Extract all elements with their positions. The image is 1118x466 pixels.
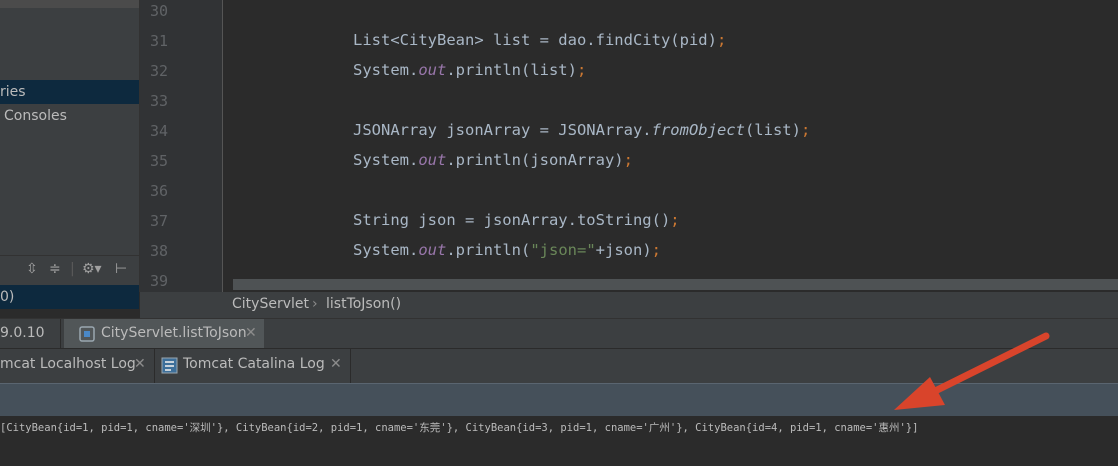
tab-cityservlet-listtojson[interactable]: CityServlet.listToJson ✕ [64,319,264,349]
code-line-37[interactable]: String json = jsonArray.toString(); [353,211,680,229]
tab-tomcat-run[interactable]: 9.0.10 [0,325,45,341]
collapse-all-icon[interactable]: ≑ [49,261,61,277]
line-number: 38 [149,242,168,260]
tab-divider [154,349,155,383]
close-icon[interactable]: ✕ [245,325,257,341]
line-number: 31 [149,32,168,50]
breadcrumb-class[interactable]: CityServlet [232,296,309,312]
toolbar-separator: | [70,261,75,277]
structure-toolbar: ⇳ ≑ | ⚙▾ ⊢ [0,255,139,284]
line-number: 39 [149,272,168,290]
project-panel [0,0,139,292]
code-line-31[interactable]: List<CityBean> list = dao.findCity(pid); [353,31,726,49]
tab-divider [60,319,61,349]
tab-localhost-log[interactable]: mcat Localhost Log [0,356,136,372]
code-line-32[interactable]: System.out.println(list); [353,61,586,79]
horizontal-scrollbar[interactable] [233,279,1118,290]
breadcrumb: CityServlet › listToJson() [140,292,1118,318]
gear-icon[interactable]: ⚙▾ [82,261,102,277]
console-output-line: [CityBean{id=1, pid=1, cname='深圳'}, City… [0,422,919,434]
tab-catalina-log[interactable]: Tomcat Catalina Log [183,356,325,372]
log-icon [161,357,178,374]
line-number: 33 [149,92,168,110]
project-tree-item-consoles[interactable]: Consoles [0,104,139,128]
log-tabs: mcat Localhost Log ✕ Tomcat Catalina Log… [0,348,1118,383]
project-tree-item-libraries[interactable]: ries [0,80,139,104]
project-panel-header [0,0,139,8]
line-number: 36 [149,182,168,200]
console-toolbar [0,383,1118,417]
line-number: 34 [149,122,168,140]
code-line-38[interactable]: System.out.println("json="+json); [353,241,661,259]
code-line-35[interactable]: System.out.println(jsonArray); [353,151,633,169]
run-tabs: 9.0.10 CityServlet.listToJson ✕ [0,318,1118,349]
close-icon[interactable]: ✕ [330,356,342,372]
line-number: 35 [149,152,168,170]
breadcrumb-separator: › [312,296,318,312]
line-number: 37 [149,212,168,230]
run-config-icon [79,326,95,342]
tab-divider [350,349,351,383]
line-number: 32 [149,62,168,80]
hide-panel-icon[interactable]: ⊢ [115,261,127,277]
expand-all-icon[interactable]: ⇳ [26,261,38,277]
code-line-34[interactable]: JSONArray jsonArray = JSONArray.fromObje… [353,121,810,139]
structure-selected-item[interactable]: 0) [0,285,139,309]
breadcrumb-method[interactable]: listToJson() [326,296,401,312]
line-number: 30 [149,2,168,20]
close-icon[interactable]: ✕ [134,356,146,372]
